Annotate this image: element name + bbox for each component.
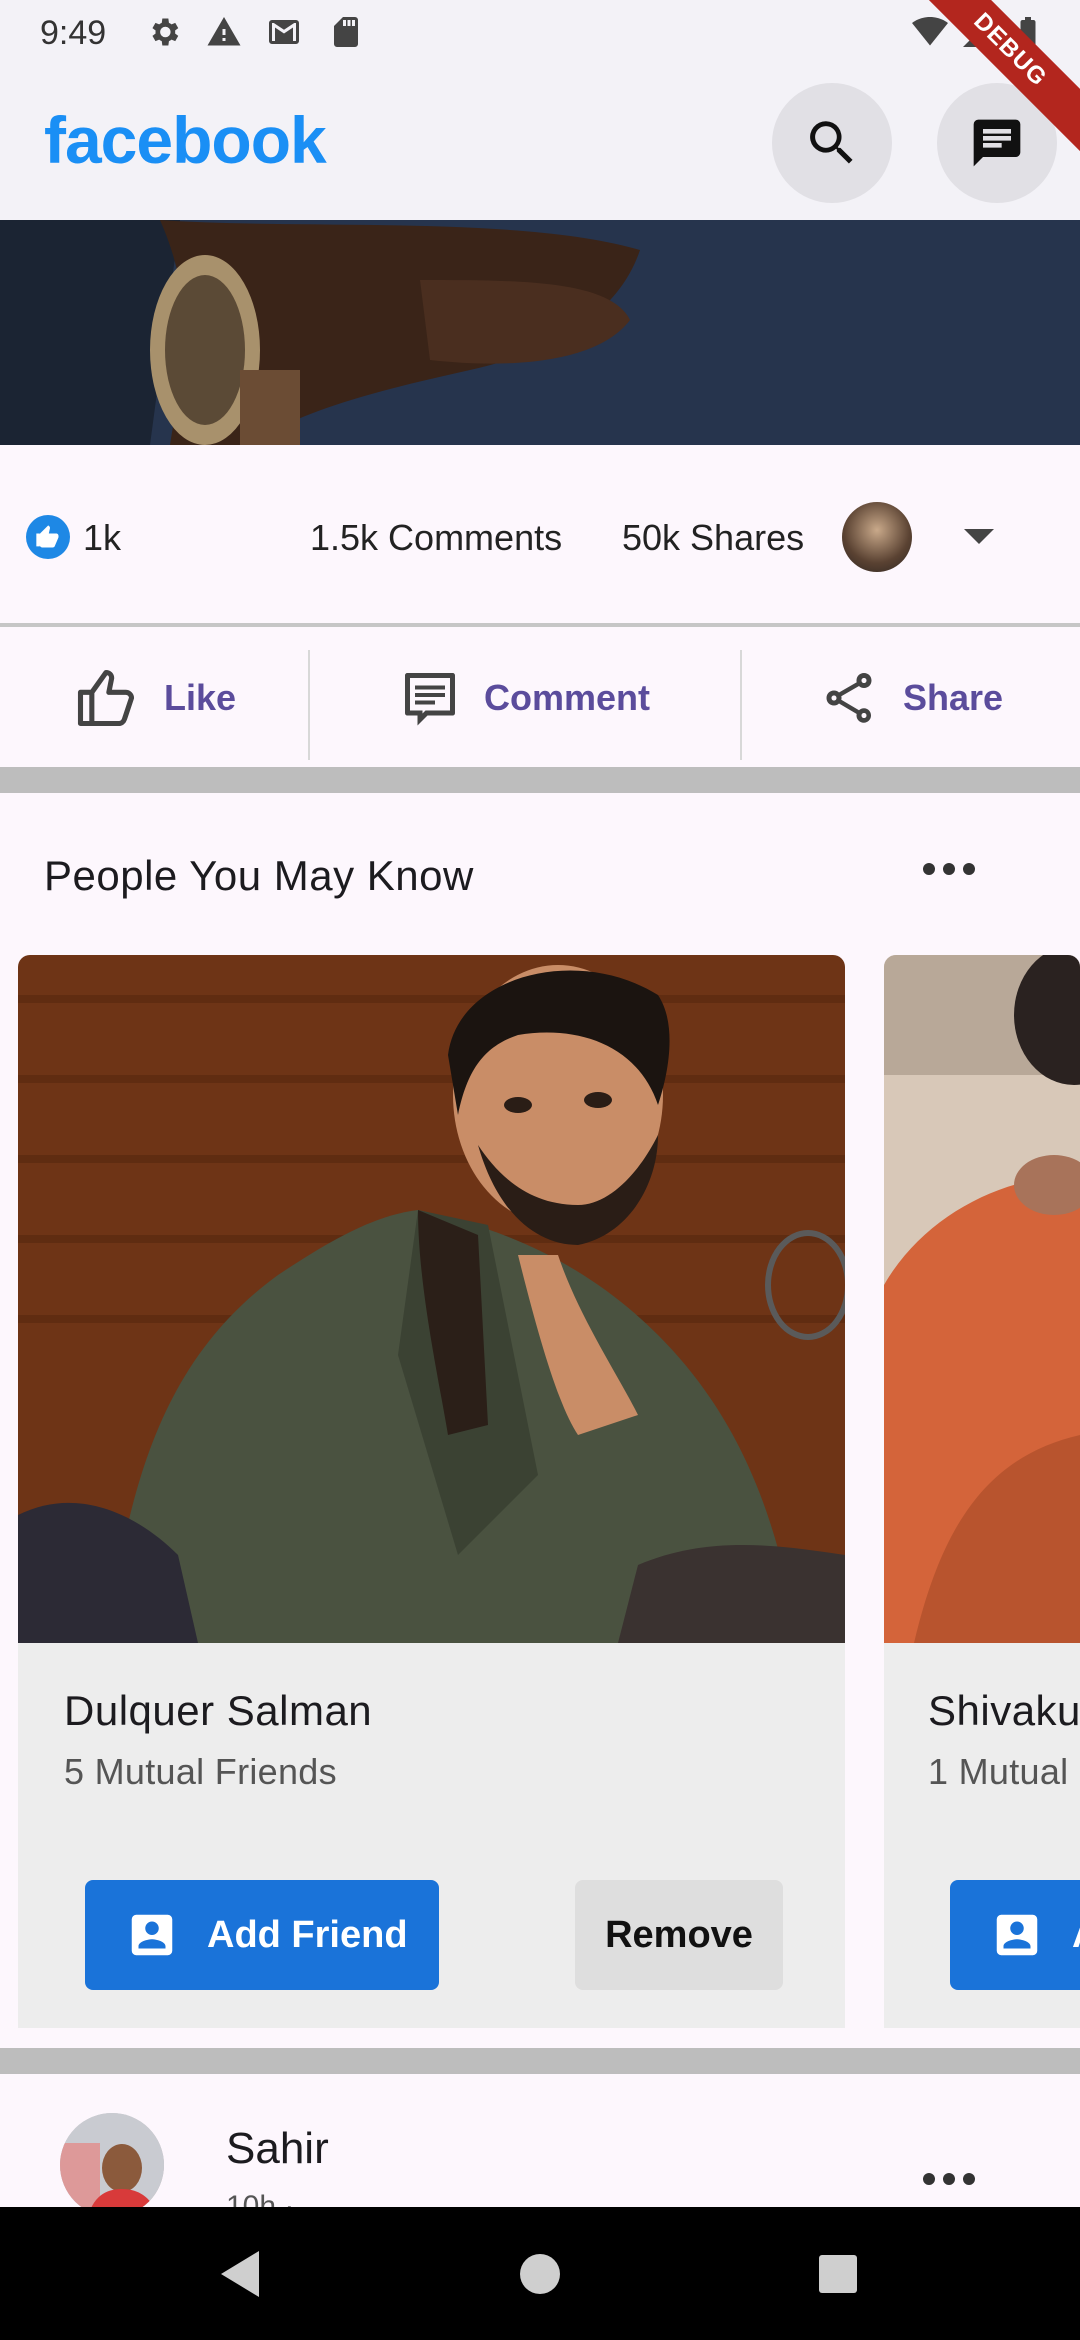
gmail-icon [269,20,299,44]
contact-icon [131,1914,173,1956]
person-name[interactable]: Dulquer Salman [64,1687,372,1735]
status-bar: 9:49 [0,0,1080,66]
back-button[interactable] [170,2207,310,2340]
status-time: 9:49 [40,14,107,52]
post-image[interactable] [0,220,1080,445]
add-friend-label: Add Friend [207,1913,408,1956]
comment-button[interactable]: Comment [310,630,740,765]
share-label: Share [902,676,1004,718]
settings-icon [152,18,179,46]
avatar[interactable] [60,2113,164,2217]
comment-count[interactable]: 1.5k Comments [310,517,562,559]
recents-button[interactable] [768,2207,908,2340]
messenger-icon [973,119,1021,167]
app-logo[interactable]: facebook [44,102,327,178]
app-bar: facebook [0,66,1080,220]
more-options-icon[interactable] [922,862,976,876]
share-icon [826,672,872,723]
person-card[interactable]: Dulquer Salman 5 Mutual Friends Add Frie… [18,955,845,2028]
section-separator [0,767,1080,793]
add-friend-label: A [1072,1914,1080,1957]
mutual-friends: 1 Mutual [928,1751,1069,1792]
share-count[interactable]: 50k Shares [622,517,804,559]
person-name[interactable]: Shivaku [928,1687,1080,1735]
back-icon [221,2250,259,2297]
search-button[interactable] [772,83,892,203]
wifi-icon [912,17,948,46]
add-friend-button[interactable]: Add Friend [85,1880,439,1990]
chevron-down-icon[interactable] [962,527,996,547]
divider [0,623,1080,627]
section-title: People You May Know [44,852,474,899]
mutual-friends: 5 Mutual Friends [64,1751,337,1792]
recents-icon [819,2254,857,2293]
comment-label: Comment [483,676,650,718]
navigation-bar [0,2207,1080,2340]
section-separator [0,2048,1080,2074]
more-options-icon[interactable] [922,2172,976,2186]
avatar[interactable] [842,502,912,572]
person-photo [884,955,1080,1643]
post-author[interactable]: Sahir [226,2124,329,2174]
thumbs-up-icon [77,669,135,726]
warning-icon [207,17,241,46]
reaction-count[interactable]: 1k [83,517,121,559]
remove-button[interactable]: Remove [575,1880,783,1990]
post-actions: Like Comment Share [0,630,1080,765]
add-friend-button[interactable]: A [950,1880,1080,1990]
home-button[interactable] [470,2207,610,2340]
like-label: Like [163,676,237,718]
contact-icon [996,1914,1038,1956]
search-icon [810,121,853,164]
comment-icon [404,672,455,725]
share-button[interactable]: Share [742,630,1080,765]
sd-card-icon [334,17,358,47]
person-photo [18,955,845,1643]
like-button[interactable]: Like [0,630,308,765]
remove-label: Remove [605,1913,753,1956]
home-icon [520,2253,560,2294]
like-reaction-icon [26,515,70,559]
reaction-summary: 1k 1.5k Comments 50k Shares [0,445,1080,625]
person-card[interactable]: Shivaku 1 Mutual A [884,955,1080,2028]
post-photo [0,220,1080,445]
